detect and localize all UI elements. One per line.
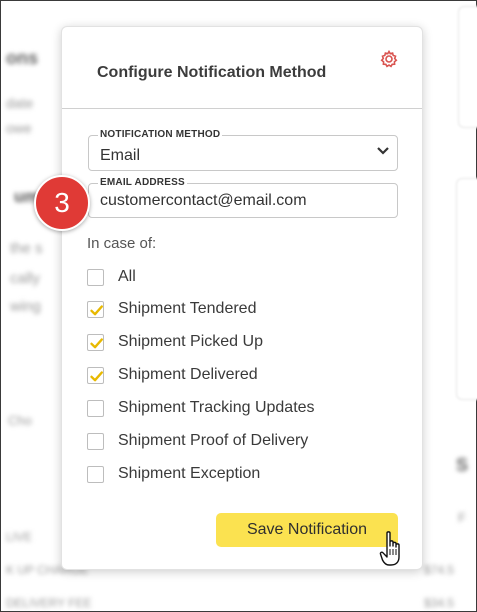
bg-text: F xyxy=(458,510,466,525)
checkbox[interactable] xyxy=(87,366,104,384)
notification-option[interactable]: Shipment Tracking Updates xyxy=(87,397,315,419)
notification-option[interactable]: Shipment Exception xyxy=(87,463,260,485)
notification-method-select[interactable]: NOTIFICATION METHOD Email xyxy=(88,129,398,171)
bg-card xyxy=(458,6,477,128)
bg-card xyxy=(456,178,477,400)
bg-text: $74.5 xyxy=(424,563,455,577)
email-address-value: customercontact@email.com xyxy=(100,192,307,209)
save-notification-button[interactable]: Save Notification xyxy=(216,513,398,547)
notification-option[interactable]: Shipment Picked Up xyxy=(87,331,263,353)
notification-method-label: NOTIFICATION METHOD xyxy=(98,129,223,140)
option-label: Shipment Tendered xyxy=(118,300,257,317)
option-label: Shipment Tracking Updates xyxy=(118,399,315,416)
gear-icon[interactable] xyxy=(379,49,399,69)
checkbox[interactable] xyxy=(87,268,104,286)
popup-title: Configure Notification Method xyxy=(97,64,327,81)
email-address-field[interactable]: EMAIL ADDRESS customercontact@email.com xyxy=(88,177,398,218)
checkbox[interactable] xyxy=(87,333,104,351)
email-address-label: EMAIL ADDRESS xyxy=(98,177,187,188)
bg-text: DELIVERY FEE xyxy=(6,596,92,610)
bg-text: the s xyxy=(10,240,43,257)
bg-text: Cho xyxy=(8,413,32,428)
bg-text: date xyxy=(6,95,34,111)
option-label: All xyxy=(118,268,136,285)
checkbox[interactable] xyxy=(87,432,104,450)
bg-text: wing xyxy=(10,298,41,315)
option-label: Shipment Proof of Delivery xyxy=(118,432,309,449)
in-case-label: In case of: xyxy=(87,235,157,252)
checkbox[interactable] xyxy=(87,465,104,483)
checkbox[interactable] xyxy=(87,300,104,318)
notification-method-value: Email xyxy=(100,147,141,164)
notification-option[interactable]: Shipment Tendered xyxy=(87,298,256,320)
bg-text: LIVE xyxy=(6,530,33,544)
checkmark-icon xyxy=(90,337,103,348)
notification-option[interactable]: Shipment Delivered xyxy=(87,364,258,386)
bg-text: S xyxy=(456,455,469,475)
bg-text: $34.5 xyxy=(424,596,455,610)
step-number-badge: 3 xyxy=(34,175,90,231)
checkmark-icon xyxy=(90,370,103,381)
option-label: Shipment Exception xyxy=(118,465,261,482)
chevron-down-icon xyxy=(377,147,389,155)
option-label: Shipment Picked Up xyxy=(118,333,263,350)
bg-text: owe xyxy=(6,120,32,136)
hand-pointer-icon xyxy=(379,531,400,566)
checkmark-icon xyxy=(90,304,103,315)
option-label: Shipment Delivered xyxy=(118,366,258,383)
notification-option[interactable]: All xyxy=(87,266,136,288)
notification-option[interactable]: Shipment Proof of Delivery xyxy=(87,430,308,452)
checkbox[interactable] xyxy=(87,399,104,417)
bg-text: cally xyxy=(10,270,41,287)
bg-heading: ons xyxy=(6,48,39,68)
notification-popup: Configure Notification Method NOTIFICATI… xyxy=(61,26,423,570)
header-divider xyxy=(62,108,422,109)
